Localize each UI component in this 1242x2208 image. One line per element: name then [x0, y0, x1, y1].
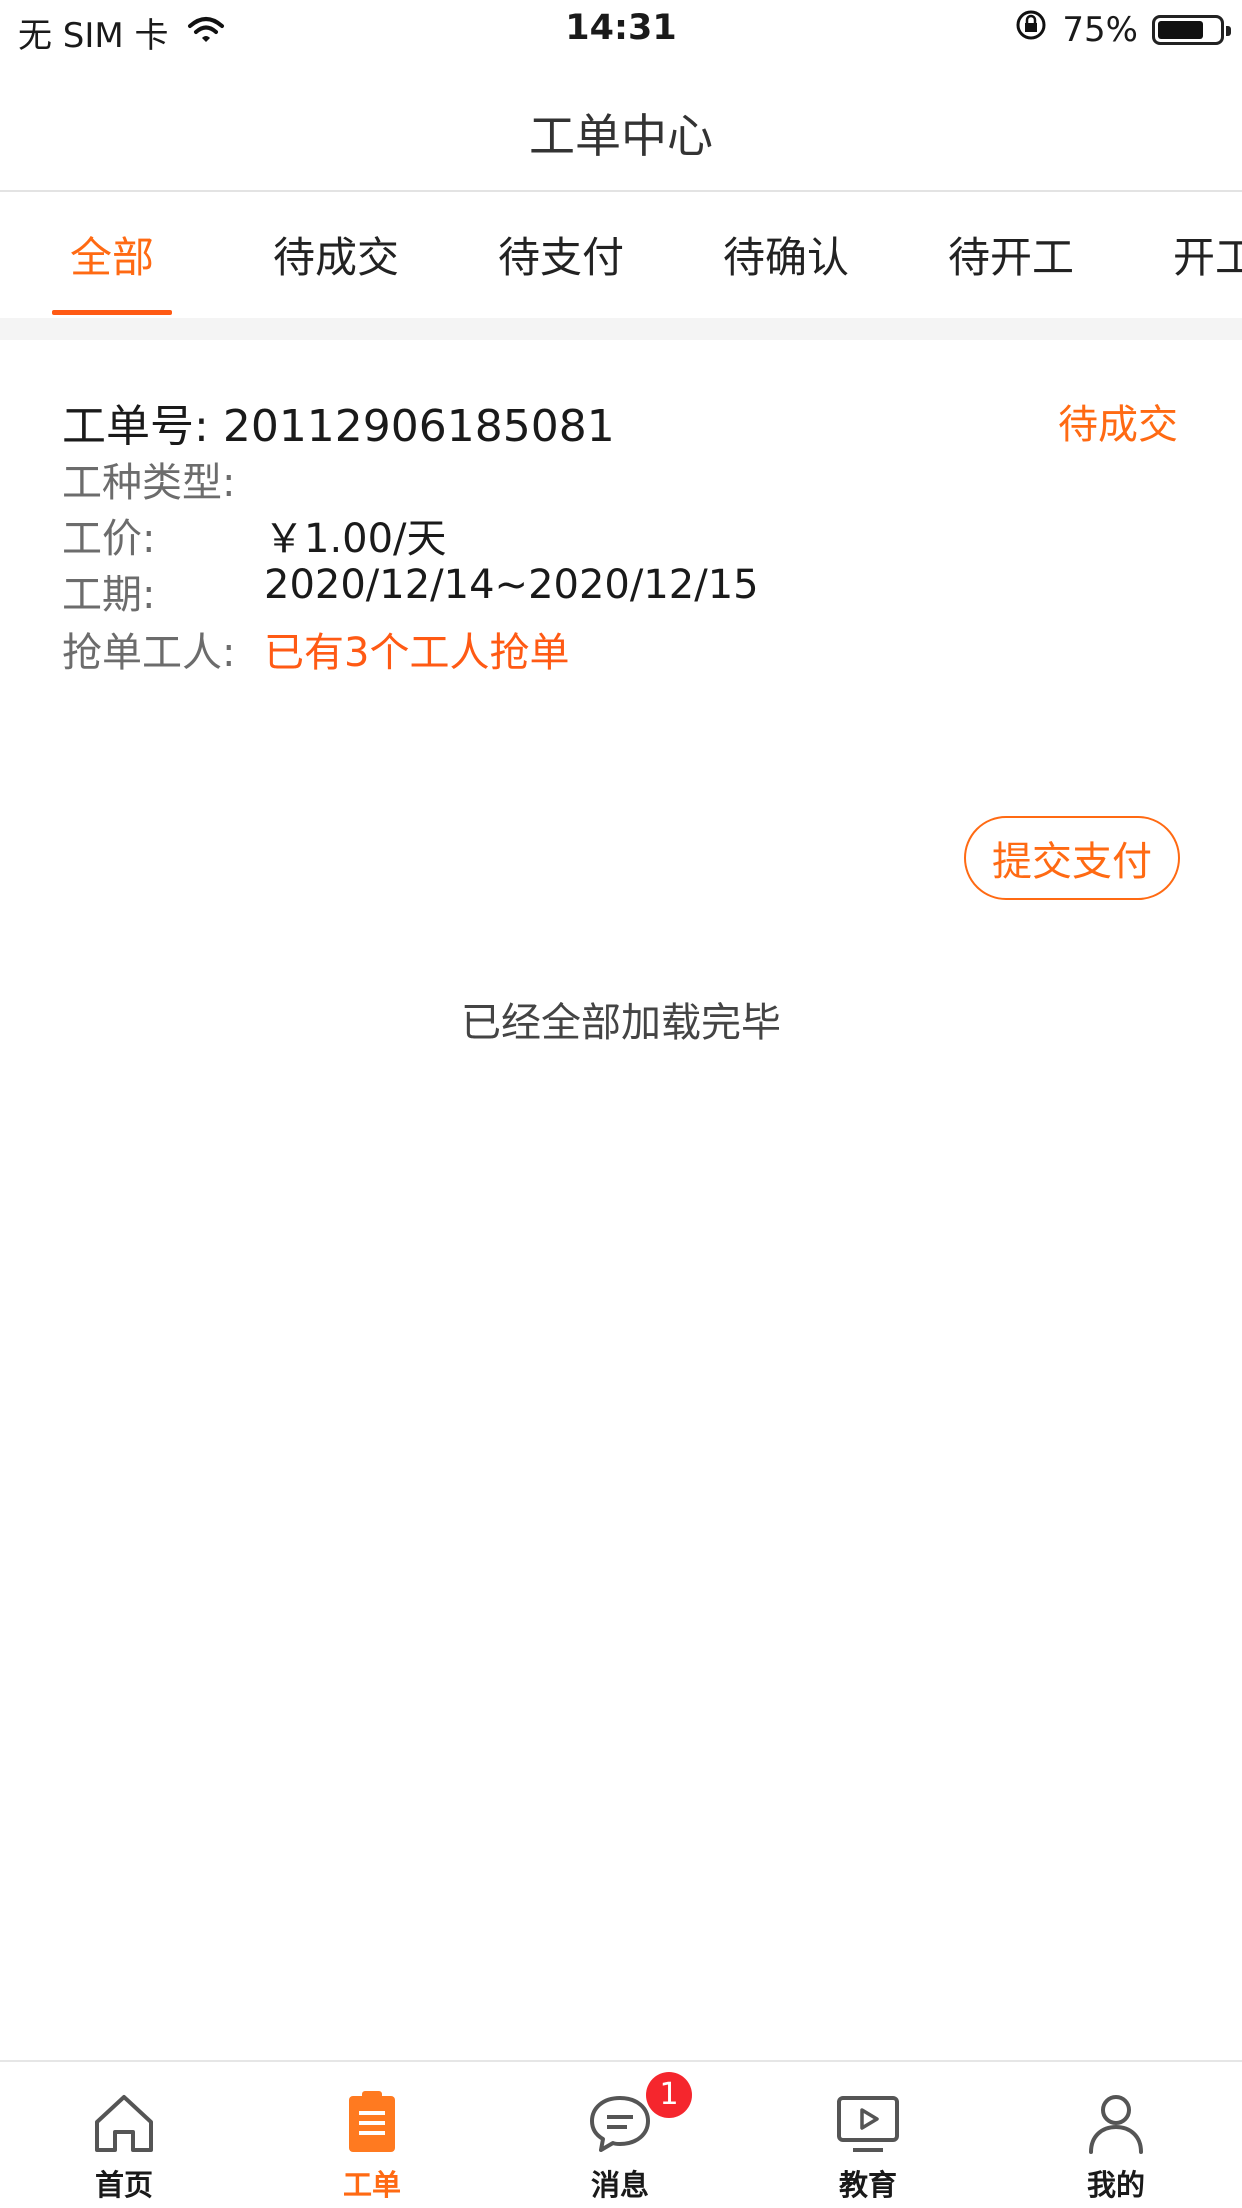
video-play-icon: [833, 2088, 903, 2158]
order-card[interactable]: 工单号: 20112906185081 待成交 工种类型: 工价: ￥1.00/…: [0, 340, 1242, 940]
tab-pending-deal[interactable]: 待成交: [273, 224, 399, 285]
bottom-nav-label: 消息: [590, 2168, 649, 2202]
person-icon: [1081, 2088, 1151, 2158]
bottom-nav-label: 工单: [342, 2168, 401, 2202]
field-label: 工价:: [62, 516, 156, 562]
unread-badge: 1: [646, 2072, 692, 2118]
section-divider: [0, 318, 1242, 340]
status-bar: 无 SIM 卡 14:31 75%: [0, 0, 1242, 62]
battery-icon: [1152, 14, 1231, 45]
status-tabs: 全部 待成交 待支付 待确认 待开工 开工: [0, 192, 1242, 318]
field-value: 已有3个工人抢单: [264, 630, 570, 676]
page-title: 工单中心: [529, 109, 713, 163]
field-value: 2020/12/14~2020/12/15: [264, 562, 759, 608]
bottom-nav-label: 首页: [94, 2168, 153, 2202]
orientation-lock-icon: [1014, 8, 1048, 51]
tab-started[interactable]: 开工: [1173, 224, 1242, 285]
clipboard-icon: [337, 2088, 407, 2158]
field-label: 工期:: [62, 572, 156, 618]
active-tab-indicator: [52, 310, 172, 315]
field-grab-workers: 抢单工人: 已有3个工人抢单: [62, 620, 569, 678]
bottom-nav-education[interactable]: 教育: [744, 2062, 992, 2208]
field-price: 工价: ￥1.00/天: [62, 506, 447, 564]
status-right: 75%: [1014, 8, 1231, 51]
field-label: 抢单工人:: [62, 630, 236, 676]
battery-percent: 75%: [1062, 9, 1138, 50]
order-number: 工单号: 20112906185081: [62, 390, 615, 454]
battery-fill: [1158, 20, 1203, 39]
tab-pending-payment[interactable]: 待支付: [498, 224, 624, 285]
field-work-type: 工种类型:: [62, 450, 235, 508]
home-icon: [89, 2088, 159, 2158]
bottom-nav-profile[interactable]: 我的: [992, 2062, 1240, 2208]
tab-pending-confirm[interactable]: 待确认: [723, 224, 849, 285]
bottom-nav-orders[interactable]: 工单: [248, 2062, 496, 2208]
order-status-badge: 待成交: [1058, 402, 1178, 448]
bottom-nav-messages[interactable]: 1 消息: [496, 2062, 744, 2208]
list-end-text: 已经全部加载完毕: [461, 1000, 781, 1046]
tab-all[interactable]: 全部: [70, 224, 154, 285]
submit-payment-button[interactable]: 提交支付: [964, 816, 1180, 900]
field-period: 工期: 2020/12/14~2020/12/15: [62, 562, 759, 620]
order-number-label: 工单号:: [62, 401, 209, 452]
order-number-value: 20112906185081: [222, 401, 615, 452]
bottom-nav-label: 教育: [838, 2168, 897, 2202]
bottom-nav-label: 我的: [1086, 2168, 1145, 2202]
nav-header: 工单中心: [0, 62, 1242, 192]
field-value: ￥1.00/天: [264, 516, 447, 562]
bottom-nav-home[interactable]: 首页: [0, 2062, 248, 2208]
chat-bubble-icon: [585, 2088, 655, 2158]
tab-pending-start[interactable]: 待开工: [948, 224, 1074, 285]
bottom-nav: 首页 工单 1 消息 教育 我的: [0, 2060, 1242, 2208]
field-label: 工种类型:: [62, 460, 236, 506]
